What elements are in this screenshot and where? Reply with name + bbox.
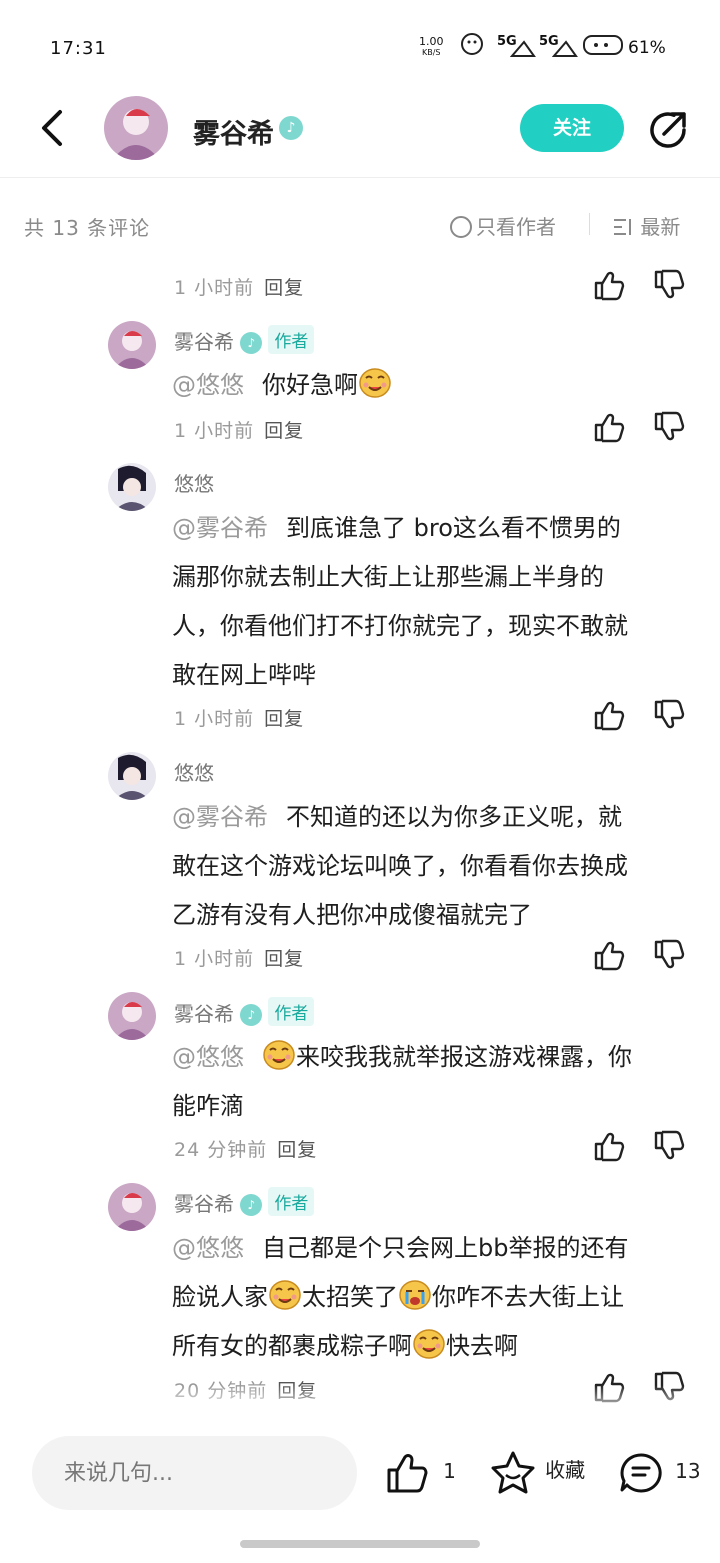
thumb-up-icon[interactable] bbox=[593, 939, 625, 971]
comment-body: @雾谷希 到底谁急了 bro这么看不惯男的 漏那你就去制止大街上让那些漏上半身的 … bbox=[172, 514, 628, 689]
reply-button[interactable]: 回复 bbox=[264, 277, 304, 299]
radio-icon bbox=[450, 216, 472, 238]
back-arrow-icon[interactable] bbox=[36, 108, 70, 148]
bottom-fade bbox=[0, 1385, 720, 1415]
page-title: 雾谷希 bbox=[193, 119, 274, 150]
reply-button[interactable]: 回复 bbox=[264, 420, 304, 442]
comment-meta: 1 小时前 回复 bbox=[174, 420, 305, 442]
thumb-down-icon[interactable] bbox=[653, 411, 685, 443]
reply-button[interactable]: 回复 bbox=[277, 1139, 317, 1161]
share-icon[interactable] bbox=[646, 108, 690, 152]
crying-emoji-icon bbox=[398, 1279, 432, 1311]
comment-icon bbox=[620, 1453, 662, 1493]
thumb-up-icon[interactable] bbox=[593, 1130, 625, 1162]
thumb-up-icon bbox=[387, 1454, 428, 1493]
thumb-down-icon[interactable] bbox=[653, 939, 685, 971]
comment-meta: 1 小时前 回复 bbox=[174, 277, 305, 299]
home-indicator[interactable] bbox=[240, 1540, 480, 1548]
battery-icon bbox=[582, 32, 626, 58]
avatar[interactable] bbox=[108, 463, 156, 511]
comment-body: @悠悠 你好急啊 bbox=[172, 361, 684, 410]
network-speed: 1.00 KB/S bbox=[419, 35, 444, 57]
comment-username[interactable]: 雾谷希 ♪ 作者 bbox=[174, 1187, 315, 1217]
grin-emoji-icon bbox=[262, 1039, 296, 1071]
status-bar: 17:31 1.00 KB/S 5G 5G 61% bbox=[0, 0, 720, 90]
comment-username[interactable]: 雾谷希 ♪ 作者 bbox=[174, 325, 315, 355]
comment-count: 共 13 条评论 bbox=[24, 216, 151, 240]
thumb-down-icon[interactable] bbox=[653, 269, 685, 301]
avatar[interactable] bbox=[108, 1183, 156, 1231]
avatar[interactable] bbox=[108, 321, 156, 369]
status-time: 17:31 bbox=[50, 38, 107, 59]
comment-body: @悠悠 来咬我我就举报这游戏裸露，你 能咋滴 bbox=[172, 1033, 684, 1131]
author-tag: 作者 bbox=[268, 1187, 315, 1216]
thumb-down-icon[interactable] bbox=[653, 699, 685, 731]
star-icon bbox=[491, 1451, 535, 1494]
author-tag: 作者 bbox=[268, 325, 315, 354]
avatar[interactable] bbox=[104, 96, 168, 160]
follow-button[interactable]: 关注 bbox=[520, 104, 624, 152]
grin-emoji-icon bbox=[412, 1328, 446, 1360]
header-divider bbox=[0, 177, 720, 178]
sort-icon bbox=[614, 219, 631, 235]
signal-bars-icon bbox=[551, 40, 578, 58]
avatar[interactable] bbox=[108, 992, 156, 1040]
comment-username[interactable]: 悠悠 bbox=[174, 757, 214, 786]
thumb-down-icon[interactable] bbox=[653, 1130, 685, 1162]
comment-username[interactable]: 雾谷希 ♪ 作者 bbox=[174, 997, 315, 1027]
thumb-up-icon[interactable] bbox=[593, 269, 625, 301]
comment-body: @悠悠 自己都是个只会网上bb举报的还有 脸说人家 太招笑了 你咋不去大街上让 所有女… bbox=[172, 1234, 629, 1360]
verified-badge-icon: ♪ bbox=[240, 1194, 263, 1216]
comment-meta: 24 分钟前 回复 bbox=[174, 1139, 318, 1161]
verified-badge-icon: ♪ bbox=[240, 1004, 263, 1026]
comment-meta: 1 小时前 回复 bbox=[174, 948, 305, 970]
like-button[interactable]: 1 bbox=[386, 1452, 456, 1494]
avatar[interactable] bbox=[108, 752, 156, 800]
verified-badge-icon: ♪ bbox=[240, 332, 263, 354]
reply-button[interactable]: 回复 bbox=[264, 948, 304, 970]
reply-button[interactable]: 回复 bbox=[264, 708, 304, 730]
comments-button[interactable]: 13 bbox=[618, 1451, 701, 1495]
only-author-toggle[interactable]: 只看作者 bbox=[450, 211, 556, 240]
sort-toggle[interactable]: 最新 bbox=[612, 211, 680, 240]
thumb-up-icon[interactable] bbox=[593, 699, 625, 731]
comment-input[interactable] bbox=[32, 1436, 357, 1510]
comment-body: @雾谷希 不知道的还以为你多正义呢，就 敢在这个游戏论坛叫唤了，你看看你去换成 乙… bbox=[172, 803, 628, 929]
mascot-icon bbox=[458, 30, 488, 56]
signal-bars-icon bbox=[509, 40, 536, 58]
comment-username[interactable]: 悠悠 bbox=[174, 468, 214, 497]
comment-meta: 1 小时前 回复 bbox=[174, 708, 305, 730]
author-tag: 作者 bbox=[268, 997, 315, 1026]
verified-badge-icon: ♪ bbox=[279, 116, 303, 140]
grin-emoji-icon bbox=[358, 367, 392, 399]
grin-emoji-icon bbox=[268, 1279, 302, 1311]
filter-divider bbox=[589, 213, 590, 235]
battery-level: 61% bbox=[628, 38, 666, 58]
thumb-up-icon[interactable] bbox=[593, 411, 625, 443]
favorite-button[interactable]: 收藏 bbox=[490, 1450, 585, 1494]
